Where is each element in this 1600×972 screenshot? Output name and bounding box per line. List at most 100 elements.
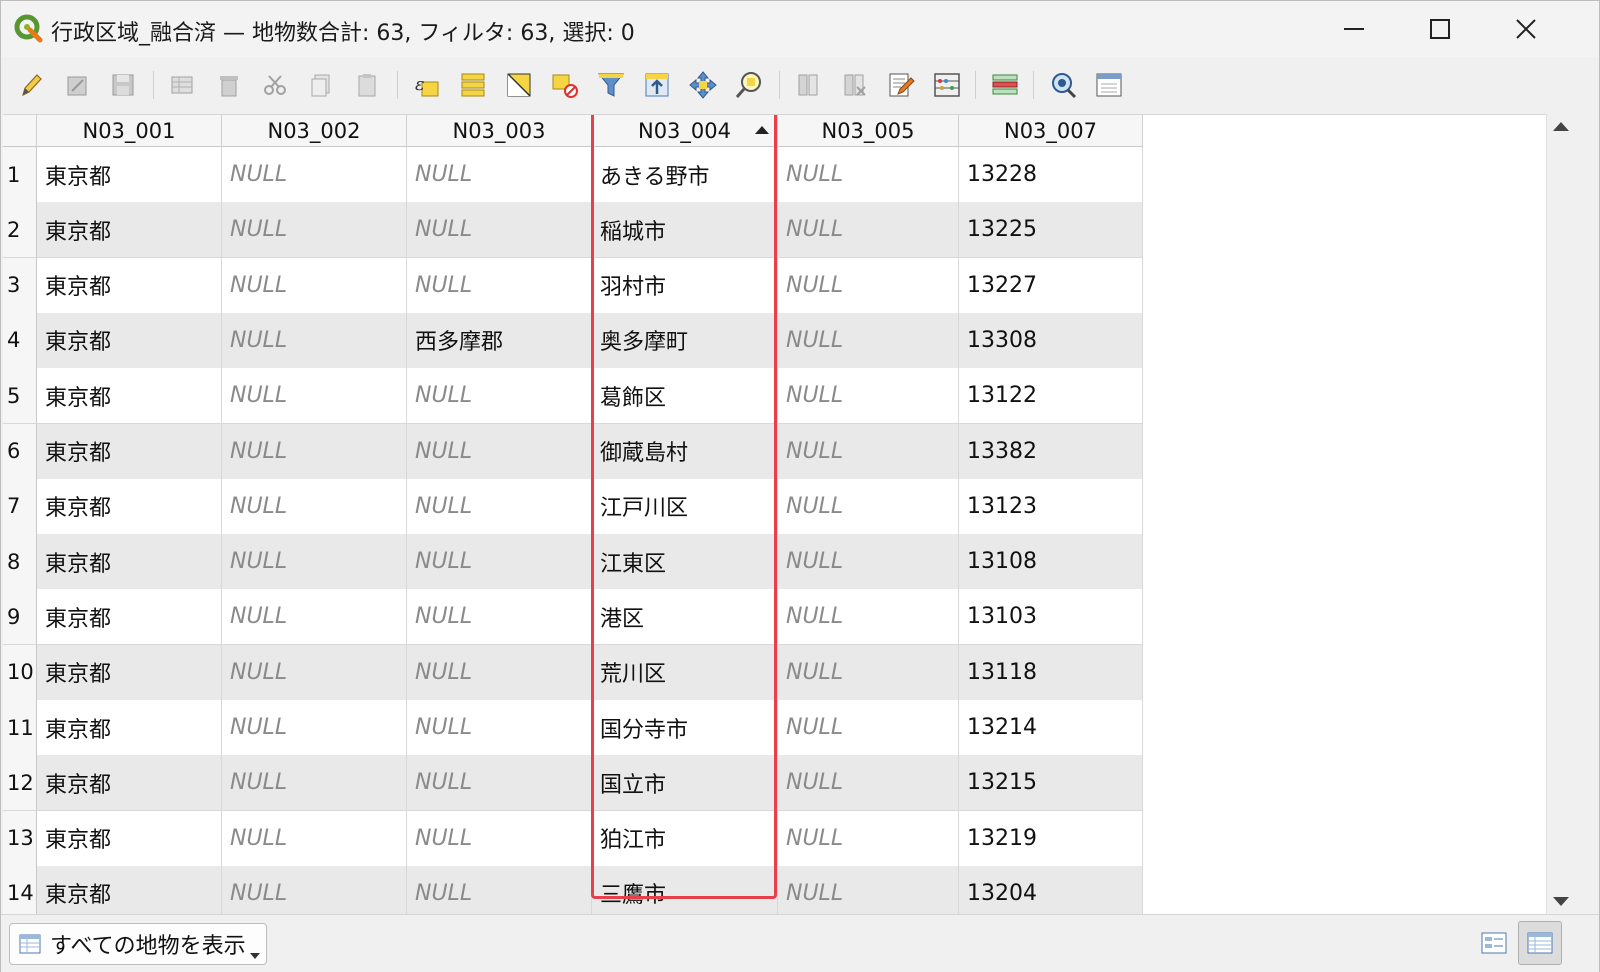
table-cell[interactable]: NULL xyxy=(222,368,407,425)
table-cell[interactable]: 東京都 xyxy=(37,368,222,425)
paste-button[interactable] xyxy=(349,67,385,103)
table-cell[interactable]: 13103 xyxy=(959,589,1143,646)
table-cell[interactable]: NULL xyxy=(222,589,407,646)
table-cell[interactable]: NULL xyxy=(222,147,407,203)
delete-feature-button[interactable] xyxy=(211,67,247,103)
table-cell[interactable]: 西多摩郡 xyxy=(407,312,592,369)
select-all-button[interactable] xyxy=(455,67,491,103)
table-row[interactable]: 7 東京都 NULL NULL 江戸川区 NULL 13123 xyxy=(3,478,1143,535)
table-cell[interactable]: 東京都 xyxy=(37,589,222,646)
feature-filter-button[interactable]: すべての地物を表示 xyxy=(9,923,267,965)
table-cell[interactable]: 荒川区 xyxy=(592,644,778,701)
table-cell[interactable]: 13308 xyxy=(959,312,1143,369)
row-number[interactable]: 7 xyxy=(3,478,37,535)
table-cell[interactable]: NULL xyxy=(407,478,592,535)
table-row[interactable]: 8 東京都 NULL NULL 江東区 NULL 13108 xyxy=(3,534,1143,591)
maximize-button[interactable] xyxy=(1397,1,1483,57)
table-cell[interactable]: 13227 xyxy=(959,257,1143,314)
row-number[interactable]: 4 xyxy=(3,312,37,369)
table-cell[interactable]: 13215 xyxy=(959,755,1143,812)
table-cell[interactable]: 東京都 xyxy=(37,700,222,756)
row-number[interactable]: 12 xyxy=(3,755,37,812)
table-cell[interactable]: 13123 xyxy=(959,478,1143,535)
table-cell[interactable]: 13225 xyxy=(959,202,1143,259)
scroll-down-icon[interactable] xyxy=(1553,897,1569,906)
table-cell[interactable]: 13219 xyxy=(959,810,1143,867)
invert-selection-button[interactable] xyxy=(501,67,537,103)
minimize-button[interactable] xyxy=(1311,1,1397,57)
copy-button[interactable] xyxy=(303,67,339,103)
column-header[interactable]: N03_005 xyxy=(778,115,959,147)
table-cell[interactable]: NULL xyxy=(407,810,592,867)
table-cell[interactable]: NULL xyxy=(407,644,592,701)
row-number[interactable]: 1 xyxy=(3,147,37,203)
table-cell[interactable]: 東京都 xyxy=(37,644,222,701)
table-row[interactable]: 5 東京都 NULL NULL 葛飾区 NULL 13122 xyxy=(3,368,1143,425)
table-cell[interactable]: 稲城市 xyxy=(592,202,778,259)
column-header[interactable]: N03_002 xyxy=(222,115,407,147)
table-cell[interactable]: 13214 xyxy=(959,700,1143,756)
field-calculator-edit-button[interactable] xyxy=(883,67,919,103)
table-cell[interactable]: 葛飾区 xyxy=(592,368,778,425)
table-cell[interactable]: NULL xyxy=(778,589,959,646)
table-cell[interactable]: NULL xyxy=(778,368,959,425)
table-cell[interactable]: 東京都 xyxy=(37,147,222,203)
table-cell[interactable]: NULL xyxy=(222,810,407,867)
table-cell[interactable]: NULL xyxy=(222,534,407,591)
table-row[interactable]: 6 東京都 NULL NULL 御蔵島村 NULL 13382 xyxy=(3,423,1143,480)
table-cell[interactable]: NULL xyxy=(407,865,592,914)
table-cell[interactable]: 御蔵島村 xyxy=(592,423,778,480)
table-cell[interactable]: 東京都 xyxy=(37,423,222,480)
multi-edit-button[interactable] xyxy=(59,67,95,103)
table-cell[interactable]: 港区 xyxy=(592,589,778,646)
table-cell[interactable]: NULL xyxy=(407,368,592,425)
scroll-up-icon[interactable] xyxy=(1553,122,1569,131)
row-number[interactable]: 2 xyxy=(3,202,37,259)
table-cell[interactable]: 13382 xyxy=(959,423,1143,480)
table-cell[interactable]: NULL xyxy=(407,589,592,646)
table-cell[interactable]: NULL xyxy=(222,312,407,369)
table-row[interactable]: 3 東京都 NULL NULL 羽村市 NULL 13227 xyxy=(3,257,1143,314)
table-cell[interactable]: NULL xyxy=(222,423,407,480)
table-view-button[interactable] xyxy=(1518,921,1562,965)
row-number[interactable]: 9 xyxy=(3,589,37,646)
table-cell[interactable]: NULL xyxy=(222,644,407,701)
dock-undock-button[interactable] xyxy=(1091,67,1127,103)
column-header[interactable]: N03_003 xyxy=(407,115,592,147)
table-cell[interactable]: NULL xyxy=(778,312,959,369)
row-number[interactable]: 6 xyxy=(3,423,37,480)
table-cell[interactable]: NULL xyxy=(407,202,592,259)
table-cell[interactable]: NULL xyxy=(407,147,592,203)
table-cell[interactable]: NULL xyxy=(222,478,407,535)
table-cell[interactable]: 江東区 xyxy=(592,534,778,591)
table-cell[interactable]: NULL xyxy=(778,202,959,259)
table-cell[interactable]: NULL xyxy=(778,257,959,314)
form-view-button[interactable] xyxy=(1472,921,1516,965)
table-cell[interactable]: NULL xyxy=(222,202,407,259)
table-row[interactable]: 13 東京都 NULL NULL 狛江市 NULL 13219 xyxy=(3,810,1143,867)
pan-to-selection-button[interactable] xyxy=(685,67,721,103)
table-cell[interactable]: 東京都 xyxy=(37,865,222,914)
filter-selected-button[interactable] xyxy=(593,67,629,103)
table-cell[interactable]: 東京都 xyxy=(37,755,222,812)
table-corner[interactable] xyxy=(3,115,37,147)
table-cell[interactable]: 東京都 xyxy=(37,312,222,369)
save-edits-button[interactable] xyxy=(105,67,141,103)
table-cell[interactable]: NULL xyxy=(778,147,959,203)
row-number[interactable]: 13 xyxy=(3,810,37,867)
table-cell[interactable]: 13204 xyxy=(959,865,1143,914)
table-row[interactable]: 11 東京都 NULL NULL 国分寺市 NULL 13214 xyxy=(3,700,1143,756)
table-cell[interactable]: 13118 xyxy=(959,644,1143,701)
table-cell[interactable]: NULL xyxy=(407,700,592,756)
table-cell[interactable]: NULL xyxy=(407,755,592,812)
zoom-to-selection-button[interactable] xyxy=(731,67,767,103)
row-number[interactable]: 10 xyxy=(3,644,37,701)
table-cell[interactable]: 国立市 xyxy=(592,755,778,812)
table-cell[interactable]: NULL xyxy=(778,478,959,535)
table-cell[interactable]: 東京都 xyxy=(37,478,222,535)
table-cell[interactable]: NULL xyxy=(407,257,592,314)
table-cell[interactable]: 13108 xyxy=(959,534,1143,591)
table-cell[interactable]: 東京都 xyxy=(37,534,222,591)
table-row[interactable]: 1 東京都 NULL NULL あきる野市 NULL 13228 xyxy=(3,147,1143,203)
table-cell[interactable]: 13122 xyxy=(959,368,1143,425)
